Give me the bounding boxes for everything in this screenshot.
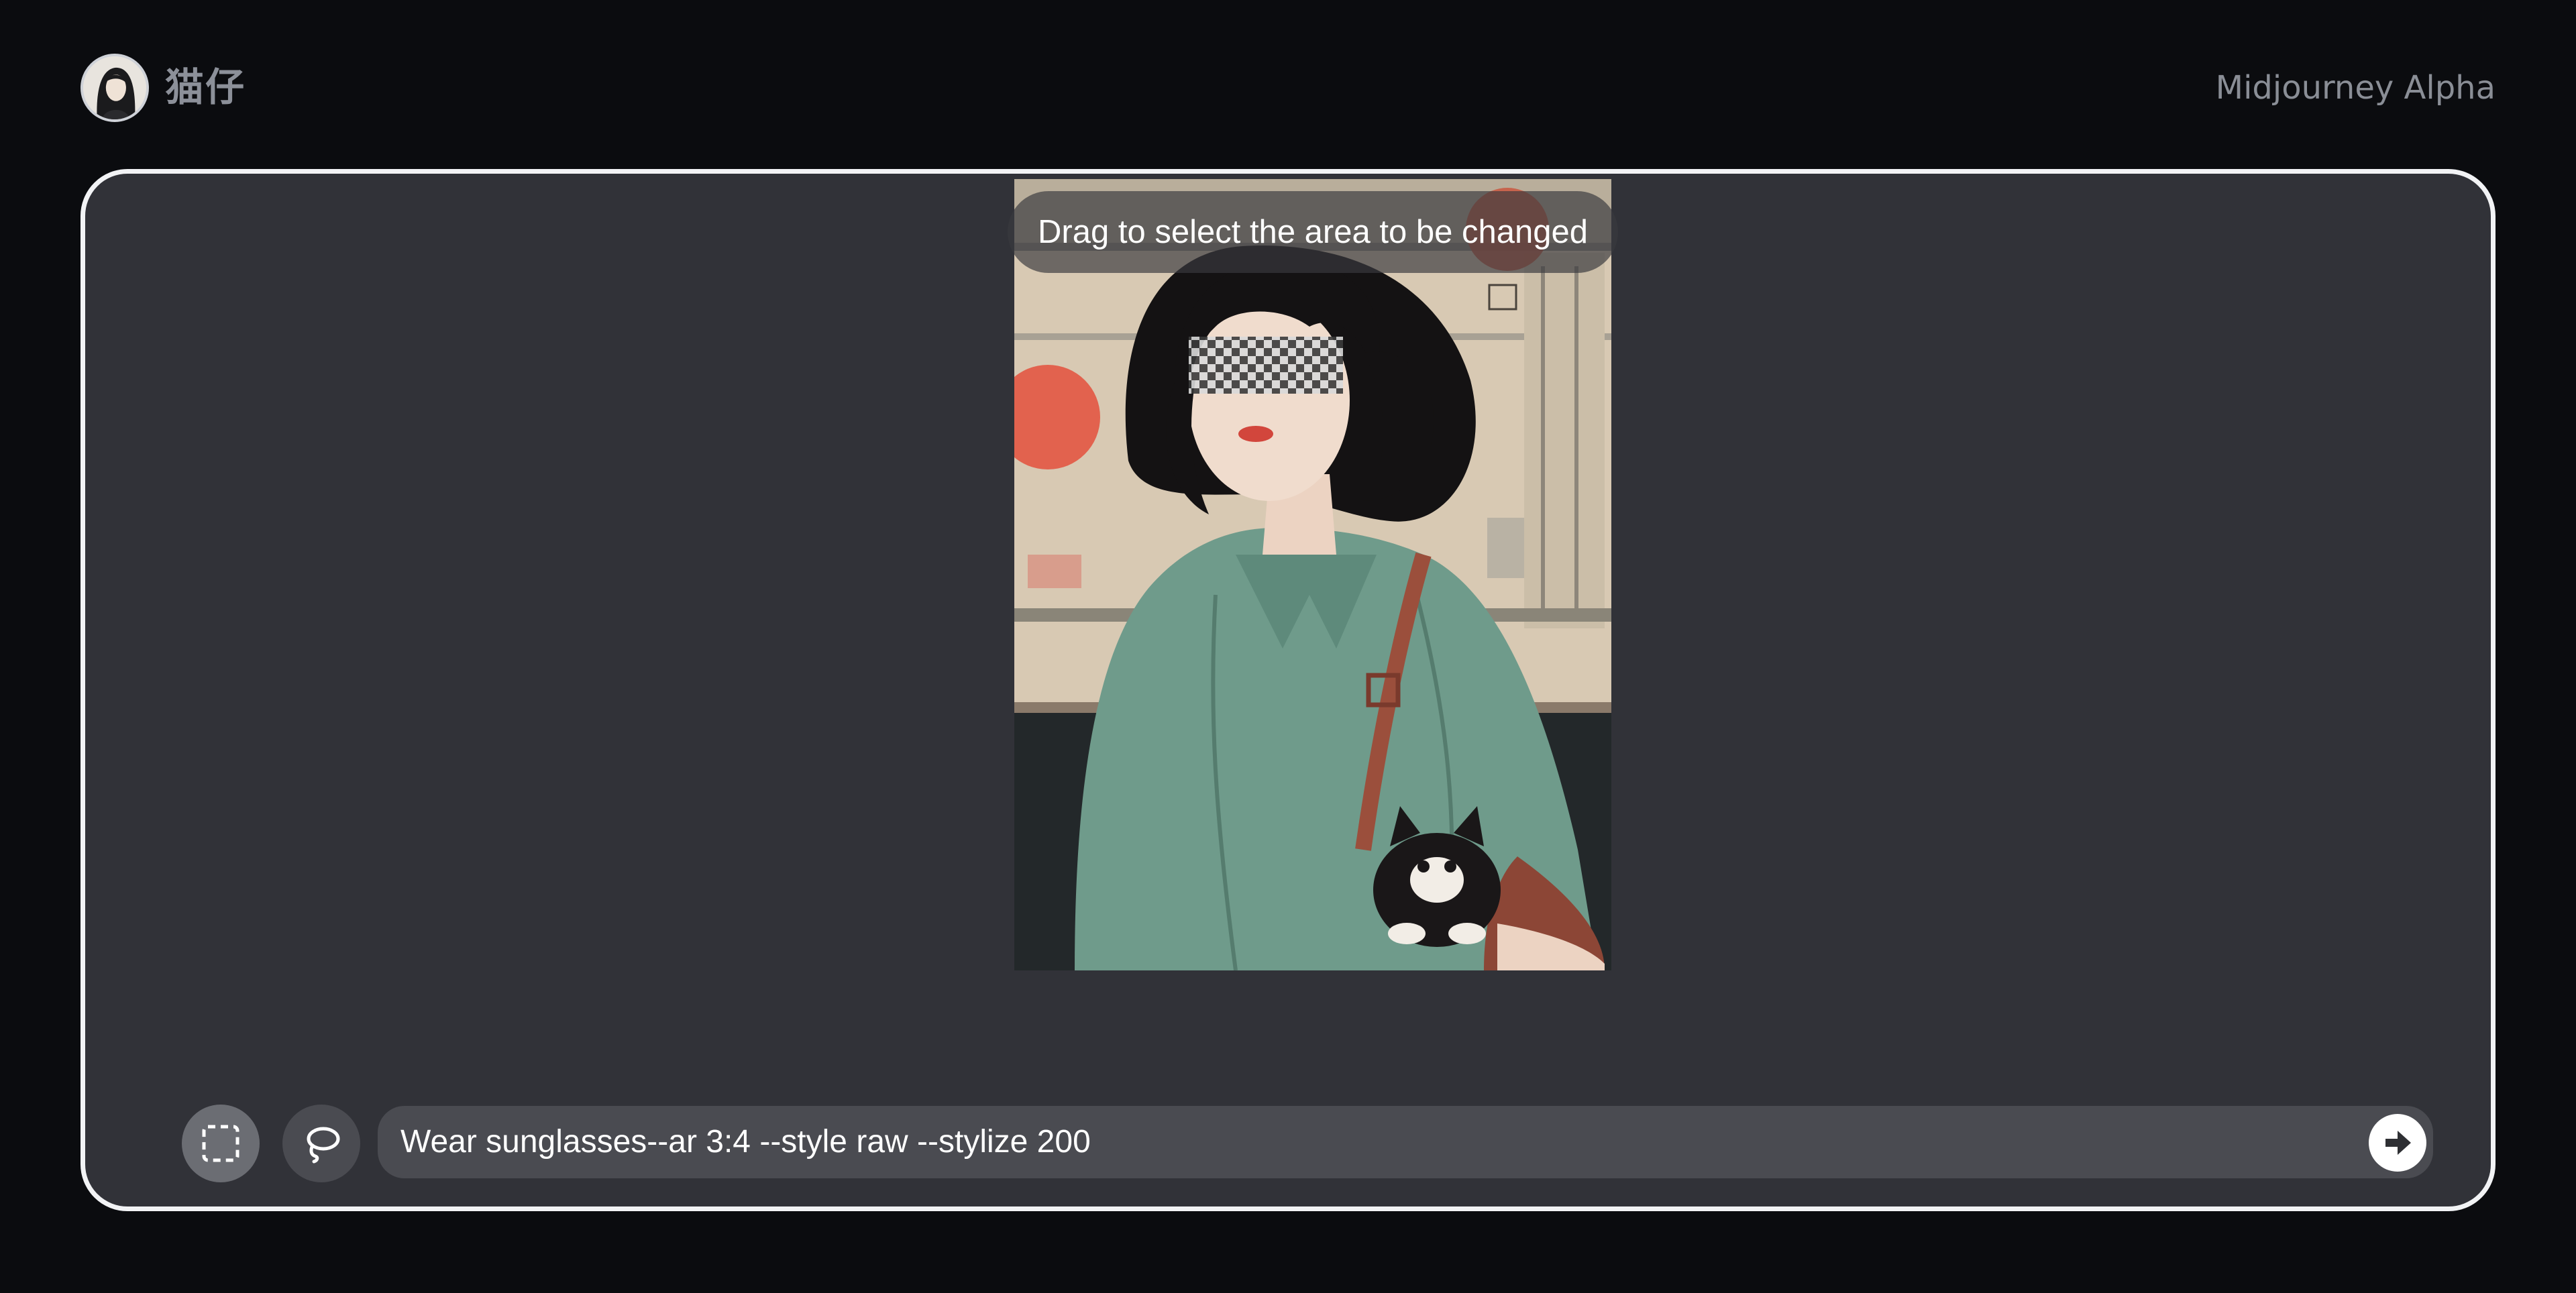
arrow-right-icon <box>2385 1131 2411 1155</box>
brand-title: Midjourney Alpha <box>2215 69 2496 107</box>
top-bar: 猫仔 Midjourney Alpha <box>0 0 2576 168</box>
rectangle-select-icon <box>202 1125 239 1162</box>
avatar-image <box>83 56 146 119</box>
prompt-input[interactable]: Wear sunglasses--ar 3:4 --style raw --st… <box>378 1106 2433 1178</box>
lasso-icon <box>307 1127 340 1164</box>
username: 猫仔 <box>165 64 246 110</box>
rectangle-select-button[interactable] <box>182 1105 260 1182</box>
vary-region-editor: Drag to select the area to be changed We… <box>80 169 2496 1211</box>
lasso-select-button[interactable] <box>282 1105 360 1182</box>
submit-button[interactable] <box>2369 1114 2426 1172</box>
selection-hint: Drag to select the area to be changed <box>1008 191 1618 273</box>
generated-image <box>1014 179 1611 970</box>
edit-canvas-image[interactable] <box>1014 179 1611 970</box>
user-avatar[interactable] <box>80 54 149 122</box>
prompt-input-value[interactable]: Wear sunglasses--ar 3:4 --style raw --st… <box>400 1106 1091 1178</box>
